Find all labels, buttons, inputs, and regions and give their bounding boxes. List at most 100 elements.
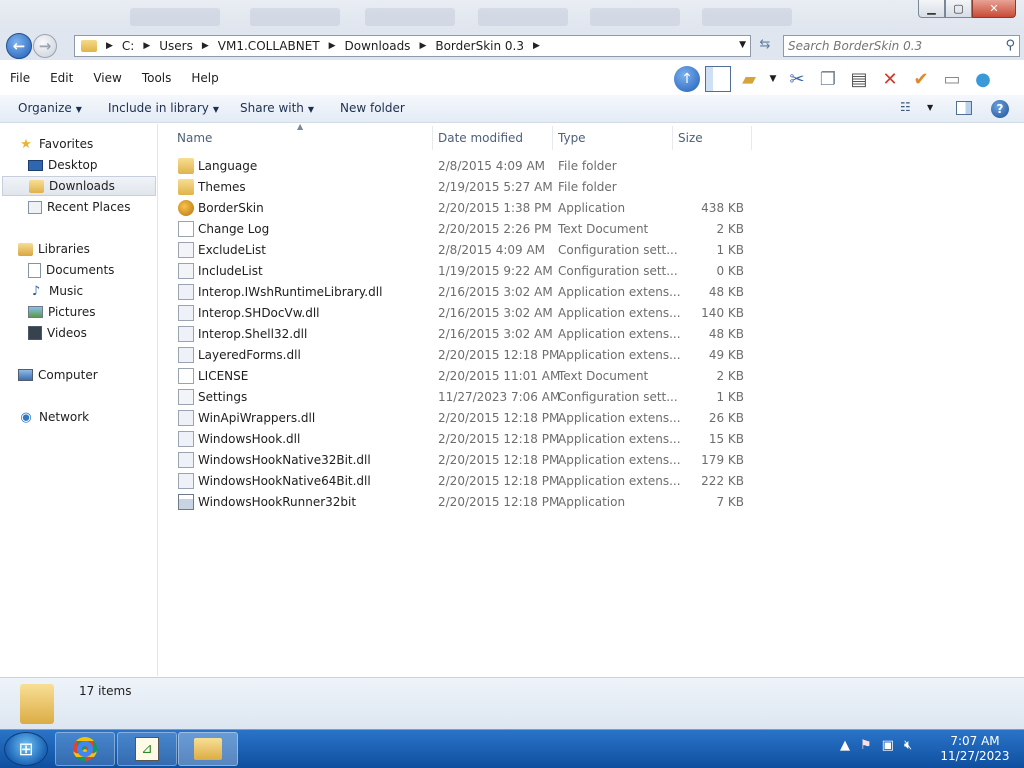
taskbar-app[interactable]: ⊿ <box>117 732 177 766</box>
include-in-library-button[interactable]: Include in library ▼ <box>108 101 219 115</box>
preview-pane-icon[interactable] <box>956 101 972 115</box>
breadcrumb-separator-icon[interactable]: ▶ <box>419 41 426 51</box>
column-divider[interactable] <box>672 126 673 150</box>
breadcrumb-separator-icon[interactable]: ▶ <box>106 41 113 51</box>
forward-button[interactable]: → <box>33 34 57 58</box>
address-bar[interactable]: ▶ C: ▶ Users ▶ VM1.COLLABNET ▶ Downloads… <box>74 35 751 57</box>
file-size: 7 KB <box>716 495 744 509</box>
panes-icon[interactable] <box>705 66 731 92</box>
breadcrumb-separator-icon[interactable]: ▶ <box>533 41 540 51</box>
address-dropdown-icon[interactable]: ▼ <box>739 40 746 50</box>
properties-check-icon[interactable]: ✔ <box>908 66 934 92</box>
menu-help[interactable]: Help <box>181 71 228 85</box>
change-view-icon[interactable]: ☷ <box>900 100 911 114</box>
file-row[interactable]: WindowsHookNative32Bit.dll 2/20/2015 12:1… <box>159 450 1024 471</box>
nav-videos[interactable]: Videos <box>28 323 87 343</box>
file-size: 179 KB <box>701 453 744 467</box>
breadcrumb-separator-icon[interactable]: ▶ <box>329 41 336 51</box>
up-folder-icon[interactable]: ↑ <box>674 66 700 92</box>
column-type[interactable]: Type <box>558 131 586 145</box>
file-name: WindowsHookNative32Bit.dll <box>198 453 371 467</box>
column-name[interactable]: Name <box>177 131 212 145</box>
organize-button[interactable]: Organize ▼ <box>18 101 82 115</box>
folder-options-icon[interactable]: ▰ <box>736 66 762 92</box>
nav-documents[interactable]: Documents <box>28 260 114 280</box>
show-hidden-icons-icon[interactable]: ▲ <box>840 738 850 753</box>
breadcrumb-borderskin[interactable]: BorderSkin 0.3 <box>435 39 524 53</box>
close-button[interactable]: ✕ <box>972 0 1016 18</box>
file-size: 49 KB <box>708 348 744 362</box>
delete-icon[interactable]: ✕ <box>877 66 903 92</box>
search-input[interactable] <box>784 36 994 56</box>
column-date-modified[interactable]: Date modified <box>438 131 523 145</box>
taskbar-chrome[interactable] <box>55 732 115 766</box>
file-row[interactable]: BorderSkin 2/20/2015 1:38 PM Application 43… <box>159 198 1024 219</box>
file-row[interactable]: Interop.Shell32.dll 2/16/2015 3:02 AM Appl… <box>159 324 1024 345</box>
file-row[interactable]: Interop.IWshRuntimeLibrary.dll 2/16/2015 … <box>159 282 1024 303</box>
breadcrumb-users[interactable]: Users <box>159 39 193 53</box>
file-row[interactable]: Language 2/8/2015 4:09 AM File folder <box>159 156 1024 177</box>
breadcrumb-vm1-collabnet[interactable]: VM1.COLLABNET <box>218 39 320 53</box>
breadcrumb-separator-icon[interactable]: ▶ <box>202 41 209 51</box>
back-button[interactable]: ← <box>6 33 32 59</box>
options-dropdown-icon[interactable]: ▼ <box>767 66 779 92</box>
breadcrumb-c[interactable]: C: <box>122 39 134 53</box>
file-row[interactable]: LICENSE 2/20/2015 11:01 AM Text Document 2 … <box>159 366 1024 387</box>
column-divider[interactable] <box>552 126 553 150</box>
file-row[interactable]: IncludeList 1/19/2015 9:22 AM Configuratio… <box>159 261 1024 282</box>
menu-view[interactable]: View <box>83 71 131 85</box>
menu-edit[interactable]: Edit <box>40 71 83 85</box>
maximize-button[interactable]: ▢ <box>945 0 972 18</box>
paste-icon[interactable]: ▤ <box>846 66 872 92</box>
text-document-icon <box>178 368 194 384</box>
new-folder-button[interactable]: New folder <box>340 101 405 115</box>
column-divider[interactable] <box>751 126 752 150</box>
view-dropdown-icon[interactable]: ▼ <box>927 103 933 112</box>
breadcrumb-separator-icon[interactable]: ▶ <box>143 41 150 51</box>
start-button[interactable]: ⊞ <box>4 732 48 766</box>
action-center-flag-icon[interactable]: ⚑ <box>860 738 872 753</box>
nav-network[interactable]: ◉ Network <box>18 407 89 427</box>
nav-recent-places[interactable]: Recent Places <box>28 197 130 217</box>
menu-tools[interactable]: Tools <box>132 71 182 85</box>
file-row[interactable]: Change Log 2/20/2015 2:26 PM Text Document… <box>159 219 1024 240</box>
search-icon[interactable]: ⚲ <box>1005 38 1015 53</box>
network-globe-icon[interactable]: ● <box>970 66 996 92</box>
nav-pictures[interactable]: Pictures <box>28 302 96 322</box>
help-icon[interactable]: ? <box>991 100 1009 118</box>
breadcrumb-downloads[interactable]: Downloads <box>345 39 411 53</box>
nav-downloads[interactable]: Downloads <box>2 176 156 196</box>
file-row[interactable]: LayeredForms.dll 2/20/2015 12:18 PM Applic… <box>159 345 1024 366</box>
refresh-button[interactable]: ⇆ <box>755 37 775 55</box>
file-name: WinApiWrappers.dll <box>198 411 316 425</box>
minimize-button[interactable]: ▁ <box>918 0 945 18</box>
nav-favorites[interactable]: ★ Favorites <box>18 134 93 154</box>
column-divider[interactable] <box>432 126 433 150</box>
file-type: Configuration sett... <box>558 264 678 278</box>
menu-file[interactable]: File <box>0 71 40 85</box>
file-row[interactable]: WinApiWrappers.dll 2/20/2015 12:18 PM Appl… <box>159 408 1024 429</box>
nav-desktop[interactable]: Desktop <box>28 155 98 175</box>
nav-computer[interactable]: Computer <box>18 365 98 385</box>
copy-icon[interactable]: ❐ <box>815 66 841 92</box>
nav-music[interactable]: ♪ Music <box>28 281 83 301</box>
windows-logo-icon: ⊞ <box>18 738 34 760</box>
network-status-icon[interactable]: ▣ <box>882 738 894 753</box>
file-row[interactable]: ExcludeList 2/8/2015 4:09 AM Configuration… <box>159 240 1024 261</box>
volume-muted-icon[interactable]: 🔇︎ <box>904 738 912 753</box>
file-row[interactable]: WindowsHookNative64Bit.dll 2/20/2015 12:1… <box>159 471 1024 492</box>
search-box[interactable]: ⚲ <box>783 35 1020 57</box>
nav-libraries[interactable]: Libraries <box>18 239 90 259</box>
file-row[interactable]: Themes 2/19/2015 5:27 AM File folder <box>159 177 1024 198</box>
file-row[interactable]: WindowsHook.dll 2/20/2015 12:18 PM Applica… <box>159 429 1024 450</box>
taskbar-explorer[interactable] <box>178 732 238 766</box>
column-size[interactable]: Size <box>678 131 703 145</box>
file-row[interactable]: Settings 11/27/2023 7:06 AM Configuration … <box>159 387 1024 408</box>
cut-icon[interactable]: ✂ <box>784 66 810 92</box>
share-with-button[interactable]: Share with ▼ <box>240 101 314 115</box>
file-row[interactable]: WindowsHookRunner32bit 2/20/2015 12:18 PM… <box>159 492 1024 513</box>
clock[interactable]: 7:07 AM 11/27/2023 <box>940 734 1010 764</box>
file-row[interactable]: Interop.SHDocVw.dll 2/16/2015 3:02 AM Appl… <box>159 303 1024 324</box>
videos-icon <box>28 326 42 340</box>
rename-icon[interactable]: ▭ <box>939 66 965 92</box>
